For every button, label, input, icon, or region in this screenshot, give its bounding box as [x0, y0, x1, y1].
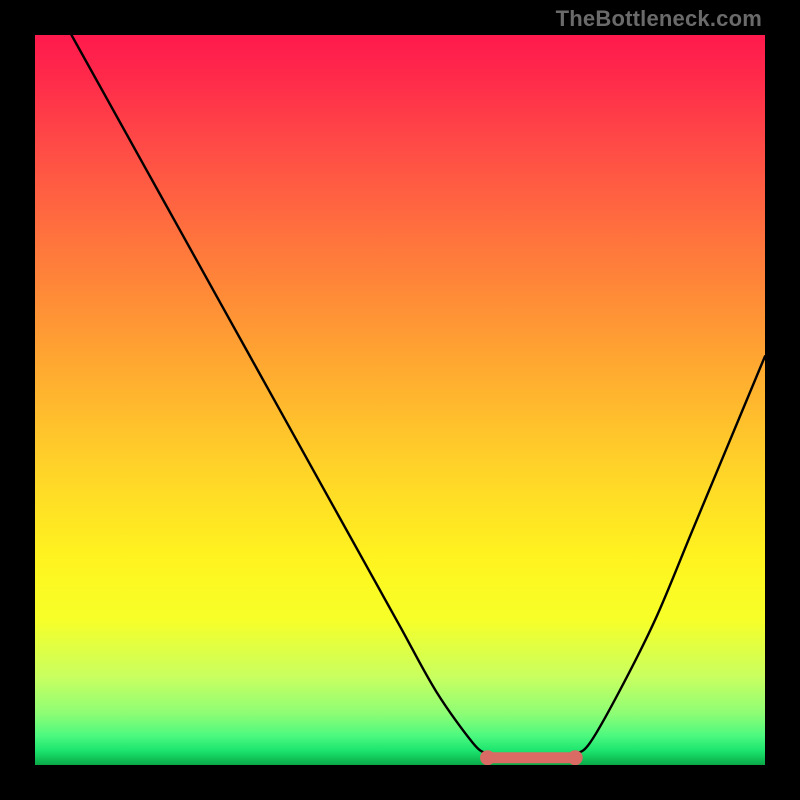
attribution-text: TheBottleneck.com — [556, 6, 762, 32]
bottleneck-curve — [72, 35, 766, 761]
plot-area — [35, 35, 765, 765]
chart-frame: TheBottleneck.com — [0, 0, 800, 800]
flat-segment — [480, 750, 583, 765]
curve-svg — [35, 35, 765, 765]
